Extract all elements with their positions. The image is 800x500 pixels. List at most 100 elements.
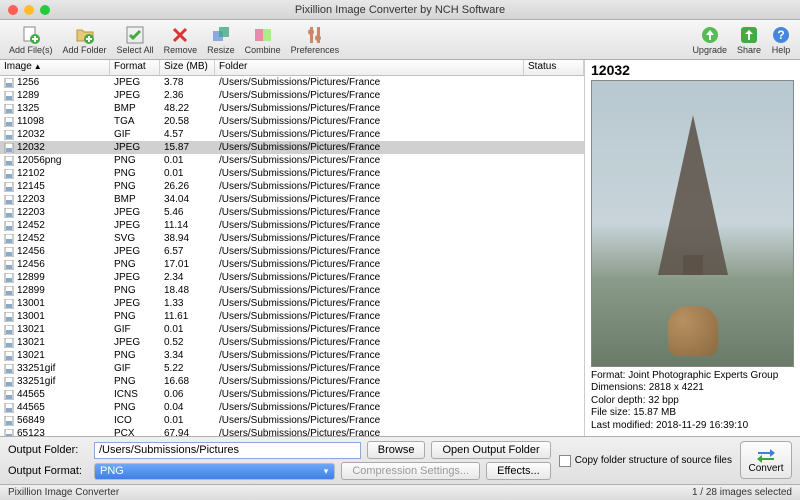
table-row[interactable]: 12203BMP34.04/Users/Submissions/Pictures… (0, 193, 584, 206)
cell-size: 2.36 (160, 90, 215, 101)
cell-folder: /Users/Submissions/Pictures/France (215, 77, 524, 88)
table-row[interactable]: 12102PNG0.01/Users/Submissions/Pictures/… (0, 167, 584, 180)
cell-folder: /Users/Submissions/Pictures/France (215, 246, 524, 257)
cell-size: 0.01 (160, 415, 215, 426)
table-row[interactable]: 12032JPEG15.87/Users/Submissions/Picture… (0, 141, 584, 154)
table-row[interactable]: 11098TGA20.58/Users/Submissions/Pictures… (0, 115, 584, 128)
effects-button[interactable]: Effects... (486, 462, 551, 480)
close-window-button[interactable] (8, 5, 18, 15)
table-row[interactable]: 44565ICNS0.06/Users/Submissions/Pictures… (0, 388, 584, 401)
share-button[interactable]: Share (732, 21, 766, 59)
cell-image: 44565 (0, 389, 110, 400)
cell-folder: /Users/Submissions/Pictures/France (215, 116, 524, 127)
compression-settings-button[interactable]: Compression Settings... (341, 462, 480, 480)
cell-folder: /Users/Submissions/Pictures/France (215, 142, 524, 153)
checkbox-icon[interactable] (559, 455, 571, 467)
cell-size: 0.01 (160, 168, 215, 179)
cell-format: PNG (110, 285, 160, 296)
table-row[interactable]: 12456JPEG6.57/Users/Submissions/Pictures… (0, 245, 584, 258)
combine-button[interactable]: Combine (240, 21, 286, 59)
resize-button[interactable]: Resize (202, 21, 240, 59)
cell-image: 33251gif (0, 363, 110, 374)
cell-folder: /Users/Submissions/Pictures/France (215, 350, 524, 361)
add-folder-button[interactable]: Add Folder (58, 21, 112, 59)
cell-folder: /Users/Submissions/Pictures/France (215, 363, 524, 374)
cell-folder: /Users/Submissions/Pictures/France (215, 259, 524, 270)
remove-button[interactable]: Remove (159, 21, 203, 59)
table-row[interactable]: 12145PNG26.26/Users/Submissions/Pictures… (0, 180, 584, 193)
meta-dimensions: Dimensions: 2818 x 4221 (591, 382, 794, 395)
table-row[interactable]: 13001PNG11.61/Users/Submissions/Pictures… (0, 310, 584, 323)
add-files-button[interactable]: Add File(s) (4, 21, 58, 59)
toolbar-label: Add Folder (63, 45, 107, 55)
table-row[interactable]: 12452SVG38.94/Users/Submissions/Pictures… (0, 232, 584, 245)
cell-image: 12203 (0, 194, 110, 205)
toolbar-label: Preferences (291, 45, 340, 55)
table-row[interactable]: 13001JPEG1.33/Users/Submissions/Pictures… (0, 297, 584, 310)
upgrade-button[interactable]: Upgrade (687, 21, 732, 59)
meta-modified: Last modified: 2018-11-29 16:39:10 (591, 420, 794, 433)
output-format-select[interactable]: PNG (94, 463, 335, 480)
window-titlebar: Pixillion Image Converter by NCH Softwar… (0, 0, 800, 20)
column-header-format[interactable]: Format (110, 60, 160, 75)
cell-size: 2.34 (160, 272, 215, 283)
cell-size: 11.14 (160, 220, 215, 231)
table-row[interactable]: 65123PCX67.94/Users/Submissions/Pictures… (0, 427, 584, 436)
convert-button[interactable]: Convert (740, 441, 792, 479)
table-row[interactable]: 12899PNG18.48/Users/Submissions/Pictures… (0, 284, 584, 297)
table-row[interactable]: 12456PNG17.01/Users/Submissions/Pictures… (0, 258, 584, 271)
svg-text:?: ? (777, 28, 784, 42)
cell-size: 26.26 (160, 181, 215, 192)
table-row[interactable]: 12452JPEG11.14/Users/Submissions/Picture… (0, 219, 584, 232)
cell-format: TGA (110, 116, 160, 127)
cell-image: 13021 (0, 350, 110, 361)
toolbar-label: Upgrade (692, 45, 727, 55)
column-header-folder[interactable]: Folder (215, 60, 524, 75)
copy-folder-structure-option[interactable]: Copy folder structure of source files (559, 441, 732, 480)
cell-image: 33251gif (0, 376, 110, 387)
cell-image: 12452 (0, 220, 110, 231)
convert-icon (756, 447, 776, 463)
preferences-button[interactable]: Preferences (286, 21, 345, 59)
table-row[interactable]: 1256JPEG3.78/Users/Submissions/Pictures/… (0, 76, 584, 89)
cell-image: 12456 (0, 259, 110, 270)
open-output-folder-button[interactable]: Open Output Folder (431, 441, 550, 459)
table-row[interactable]: 56849ICO0.01/Users/Submissions/Pictures/… (0, 414, 584, 427)
cell-size: 16.68 (160, 376, 215, 387)
cell-size: 38.94 (160, 233, 215, 244)
column-header-status[interactable]: Status (524, 60, 584, 75)
cell-folder: /Users/Submissions/Pictures/France (215, 298, 524, 309)
status-right: 1 / 28 images selected (692, 487, 792, 498)
table-row[interactable]: 13021GIF0.01/Users/Submissions/Pictures/… (0, 323, 584, 336)
table-row[interactable]: 1289JPEG2.36/Users/Submissions/Pictures/… (0, 89, 584, 102)
cell-image: 44565 (0, 402, 110, 413)
toolbar-label: Remove (164, 45, 198, 55)
table-body[interactable]: 1256JPEG3.78/Users/Submissions/Pictures/… (0, 76, 584, 436)
table-row[interactable]: 12056pngPNG0.01/Users/Submissions/Pictur… (0, 154, 584, 167)
select-all-button[interactable]: Select All (112, 21, 159, 59)
cell-size: 20.58 (160, 116, 215, 127)
table-row[interactable]: 12899JPEG2.34/Users/Submissions/Pictures… (0, 271, 584, 284)
table-row[interactable]: 12032GIF4.57/Users/Submissions/Pictures/… (0, 128, 584, 141)
column-header-image[interactable]: Image▲ (0, 60, 110, 75)
table-row[interactable]: 44565PNG0.04/Users/Submissions/Pictures/… (0, 401, 584, 414)
table-row[interactable]: 13021JPEG0.52/Users/Submissions/Pictures… (0, 336, 584, 349)
table-row[interactable]: 13021PNG3.34/Users/Submissions/Pictures/… (0, 349, 584, 362)
cell-size: 15.87 (160, 142, 215, 153)
output-folder-input[interactable] (94, 442, 361, 459)
maximize-window-button[interactable] (40, 5, 50, 15)
cell-folder: /Users/Submissions/Pictures/France (215, 311, 524, 322)
help-button[interactable]: ?Help (766, 21, 796, 59)
cell-folder: /Users/Submissions/Pictures/France (215, 220, 524, 231)
minimize-window-button[interactable] (24, 5, 34, 15)
cell-image: 56849 (0, 415, 110, 426)
cell-format: JPEG (110, 220, 160, 231)
browse-button[interactable]: Browse (367, 441, 426, 459)
table-row[interactable]: 12203JPEG5.46/Users/Submissions/Pictures… (0, 206, 584, 219)
table-row[interactable]: 1325BMP48.22/Users/Submissions/Pictures/… (0, 102, 584, 115)
column-header-size[interactable]: Size (MB) (160, 60, 215, 75)
table-row[interactable]: 33251gifPNG16.68/Users/Submissions/Pictu… (0, 375, 584, 388)
cell-format: JPEG (110, 77, 160, 88)
table-row[interactable]: 33251gifGIF5.22/Users/Submissions/Pictur… (0, 362, 584, 375)
cell-folder: /Users/Submissions/Pictures/France (215, 207, 524, 218)
